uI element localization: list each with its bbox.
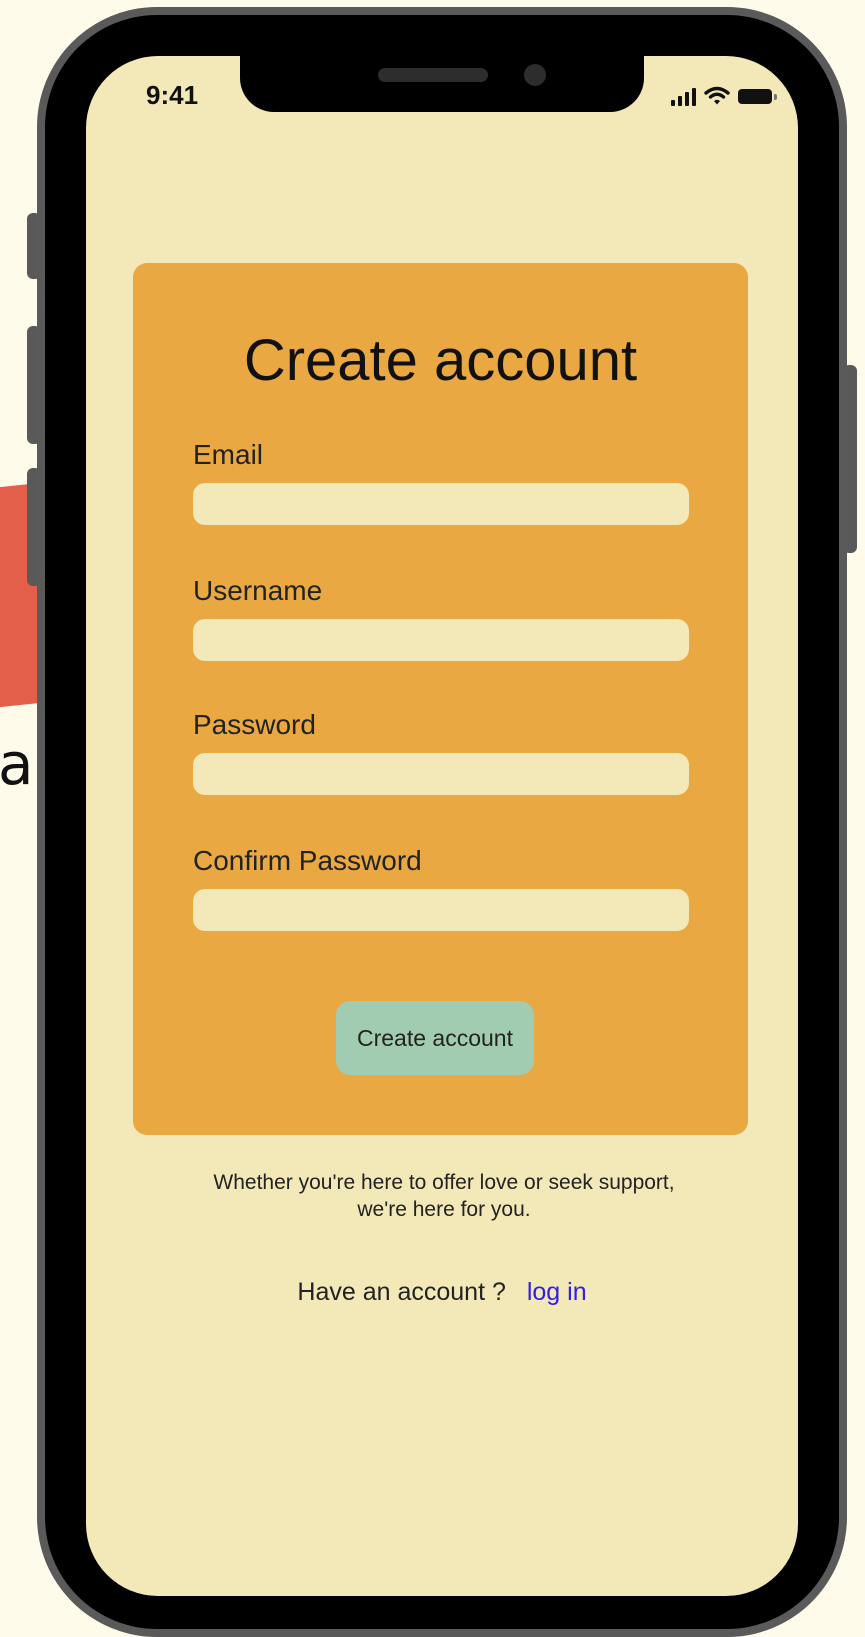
signal-icon bbox=[671, 88, 696, 106]
status-bar-time: 9:41 bbox=[146, 80, 199, 110]
username-label: Username bbox=[193, 575, 323, 606]
battery-icon bbox=[738, 89, 777, 104]
password-field-group: Password bbox=[193, 709, 689, 795]
create-account-button[interactable]: Create account bbox=[336, 1001, 534, 1075]
confirm-password-field-group: Confirm Password bbox=[193, 845, 689, 931]
background-partial-text: a bbox=[0, 730, 34, 798]
login-prompt: Have an account ? log in bbox=[86, 1278, 798, 1307]
create-account-card: Create account Email Username Password C… bbox=[133, 263, 748, 1135]
email-input[interactable] bbox=[193, 483, 689, 525]
password-input[interactable] bbox=[193, 753, 689, 795]
phone-notch bbox=[240, 56, 644, 112]
status-bar-icons bbox=[671, 84, 777, 106]
page-title: Create account bbox=[243, 328, 638, 393]
username-field-group: Username bbox=[193, 575, 689, 661]
front-camera bbox=[524, 64, 546, 86]
wifi-icon bbox=[704, 86, 730, 105]
email-label: Email bbox=[193, 439, 264, 470]
speaker-grille bbox=[378, 68, 488, 82]
phone-screen: 9:41 Create account Email Username Passw… bbox=[86, 56, 798, 1596]
confirm-password-label: Confirm Password bbox=[193, 845, 422, 876]
login-link[interactable]: log in bbox=[527, 1278, 587, 1306]
username-input[interactable] bbox=[193, 619, 689, 661]
password-label: Password bbox=[193, 709, 316, 740]
email-field-group: Email bbox=[193, 439, 689, 525]
login-prompt-text: Have an account ? bbox=[297, 1278, 506, 1306]
tagline-text: Whether you're here to offer love or see… bbox=[213, 1171, 675, 1221]
confirm-password-input[interactable] bbox=[193, 889, 689, 931]
